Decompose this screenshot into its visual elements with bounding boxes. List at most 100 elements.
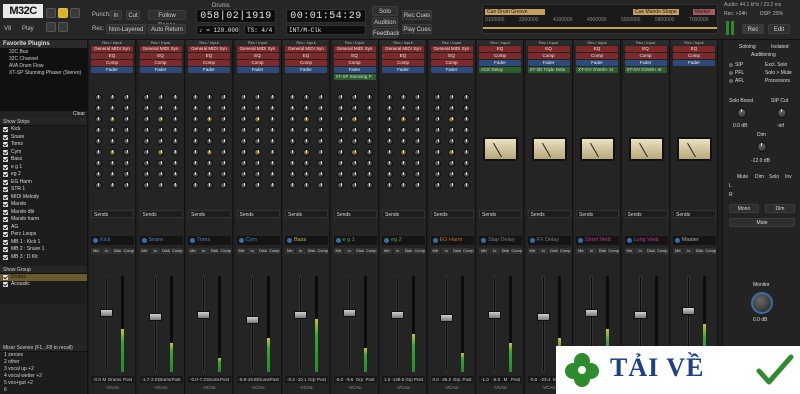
vca-selector[interactable]: -VCAs- <box>479 385 522 391</box>
vca-selector[interactable]: -VCAs- <box>285 385 328 391</box>
processor-knob[interactable] <box>399 149 407 156</box>
processor-knob[interactable] <box>143 182 151 189</box>
comp-plugin[interactable]: Comp <box>576 53 618 59</box>
strip-mode-button[interactable]: Comp <box>220 248 232 254</box>
processor-knob[interactable] <box>123 94 131 101</box>
processor-knob[interactable] <box>254 160 262 167</box>
dim-knob[interactable] <box>757 142 767 152</box>
strip-row[interactable]: STR 1 <box>0 186 87 194</box>
processor-knob[interactable] <box>288 160 296 167</box>
cue-marker-right[interactable]: Cue Mando Shape <box>633 9 679 15</box>
strip-mode-button[interactable]: Comp <box>317 248 329 254</box>
strip-row[interactable]: MB 3 : D Kit <box>0 254 87 262</box>
comp-plugin[interactable]: Comp <box>382 60 424 66</box>
processor-knob[interactable] <box>143 105 151 112</box>
strip-row[interactable]: Mando harm <box>0 216 87 224</box>
strip-mode-button[interactable]: Mtr <box>430 248 441 254</box>
input-route-button[interactable]: Rec / Input <box>380 40 426 45</box>
processor-knob[interactable] <box>317 94 325 101</box>
fader-handle[interactable] <box>294 311 307 320</box>
strip-mode-button[interactable]: Mtr <box>479 248 489 254</box>
processor-knob[interactable] <box>448 94 456 101</box>
processor-knob[interactable] <box>254 94 262 101</box>
processor-knob[interactable] <box>205 171 213 178</box>
visibility-checkbox[interactable] <box>3 164 8 170</box>
strip-mode-button[interactable]: Mtr <box>285 248 295 254</box>
rec-mode-select[interactable]: Non-Layered <box>106 24 146 34</box>
sync-field[interactable]: INT/M-Clk <box>286 25 366 35</box>
processor-knob[interactable] <box>268 105 276 112</box>
processor-knob[interactable] <box>123 116 131 123</box>
processor-knob[interactable] <box>288 138 296 145</box>
insert-plugin[interactable]: XT-SP Stunning P <box>333 74 376 80</box>
post-button[interactable]: Post <box>462 376 471 383</box>
processor-knob[interactable] <box>462 94 470 101</box>
strip-mode-button[interactable]: In <box>344 248 355 254</box>
processor-knob[interactable] <box>448 127 456 134</box>
visibility-checkbox[interactable] <box>3 187 8 193</box>
processor-knob[interactable] <box>462 160 470 167</box>
processor-knob[interactable] <box>365 171 373 178</box>
strip-row[interactable]: Mando <box>0 201 87 209</box>
vca-selector[interactable]: -VCAs- <box>237 385 280 391</box>
processor-knob[interactable] <box>108 94 116 101</box>
processor-knob[interactable] <box>220 138 228 145</box>
eq-plugin[interactable]: EQ <box>236 53 279 59</box>
processor-knob[interactable] <box>385 171 393 178</box>
processor-knob[interactable] <box>157 105 165 112</box>
processor-knob[interactable] <box>288 171 296 178</box>
monitor-level-knob[interactable] <box>751 292 773 314</box>
strip-name-button[interactable]: Bass <box>285 236 328 245</box>
strip-mode-button[interactable]: Mtr <box>91 248 101 254</box>
synth-plugin[interactable]: General MIDI Syn <box>382 46 424 52</box>
processor-knob[interactable] <box>220 127 228 134</box>
visibility-checkbox[interactable] <box>3 217 8 223</box>
solo-boost-knob[interactable] <box>737 108 747 118</box>
processor-knob[interactable] <box>157 94 165 101</box>
processor-knob[interactable] <box>365 182 373 189</box>
group-row[interactable]: Drums <box>0 274 87 281</box>
vca-selector[interactable]: -VCAs- <box>431 385 474 391</box>
processor-knob[interactable] <box>191 116 199 123</box>
processor-knob[interactable] <box>108 182 116 189</box>
strip-row[interactable]: Snare <box>0 134 87 142</box>
processor-knob[interactable] <box>171 160 179 167</box>
processor-knob[interactable] <box>385 94 393 101</box>
processor-knob[interactable] <box>399 116 407 123</box>
processor-knob[interactable] <box>143 138 151 145</box>
processor-knob[interactable] <box>191 127 199 134</box>
processor-knob[interactable] <box>385 160 393 167</box>
input-route-button[interactable]: Rec / Input <box>525 40 572 45</box>
fader-handle[interactable] <box>100 309 113 318</box>
strip-name-button[interactable]: Master <box>673 236 716 245</box>
post-button[interactable]: Post <box>365 376 374 383</box>
processor-knob[interactable] <box>108 127 116 134</box>
strip-mode-button[interactable]: Comp <box>511 248 523 254</box>
rewind-button[interactable] <box>46 22 56 32</box>
processor-knob[interactable] <box>385 182 393 189</box>
input-route-button[interactable]: Rec / Input <box>428 40 475 45</box>
processor-knob[interactable] <box>414 105 422 112</box>
strip-row[interactable]: AG <box>0 224 87 232</box>
processor-knob[interactable] <box>288 105 296 112</box>
processor-knob[interactable] <box>337 105 345 112</box>
post-button[interactable]: Post <box>220 376 229 383</box>
processor-knob[interactable] <box>123 127 131 134</box>
punch-out-button[interactable]: Cut <box>126 10 140 20</box>
fader-handle[interactable] <box>682 306 695 315</box>
eq-plugin[interactable]: EQ <box>430 53 473 59</box>
processor-knob[interactable] <box>108 171 116 178</box>
fader-track[interactable] <box>493 276 496 372</box>
processor-knob[interactable] <box>365 149 373 156</box>
processor-knob[interactable] <box>448 160 456 167</box>
processor-knob[interactable] <box>191 138 199 145</box>
strip-mode-button[interactable]: Disk <box>161 248 171 254</box>
processor-knob[interactable] <box>254 127 262 134</box>
vca-selector[interactable]: -VCAs- <box>334 385 377 391</box>
fader-plugin[interactable]: Fader <box>285 67 327 73</box>
processor-knob[interactable] <box>365 127 373 134</box>
insert-plugin[interactable]: XT-3D Triple Dela <box>527 67 570 73</box>
processor-knob[interactable] <box>94 171 102 178</box>
fader-plugin[interactable]: Fader <box>382 67 424 73</box>
processor-knob[interactable] <box>123 105 131 112</box>
